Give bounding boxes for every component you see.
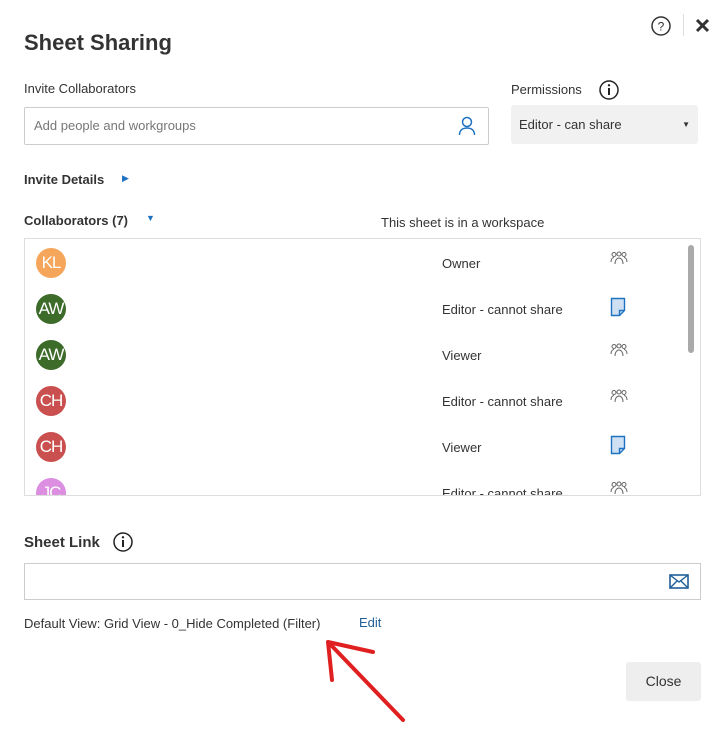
collaborator-permission[interactable]: Owner xyxy=(442,256,480,271)
caret-down-icon[interactable]: ▼ xyxy=(146,213,155,223)
avatar: KL xyxy=(36,248,66,278)
svg-text:?: ? xyxy=(658,20,665,34)
invite-label: Invite Collaborators xyxy=(24,81,136,96)
sheet-icon xyxy=(610,297,626,322)
invite-placeholder: Add people and workgroups xyxy=(34,118,196,133)
group-icon xyxy=(610,251,628,270)
question-circle-icon[interactable]: ? xyxy=(650,15,672,37)
collaborator-permission[interactable]: Editor - cannot share xyxy=(442,302,563,317)
sheet-link-label: Sheet Link xyxy=(24,534,100,551)
dialog-title: Sheet Sharing xyxy=(24,30,172,55)
workspace-note: This sheet is in a workspace xyxy=(381,215,545,230)
close-icon[interactable] xyxy=(695,18,710,33)
collaborator-permission[interactable]: Viewer xyxy=(442,348,482,363)
info-icon[interactable] xyxy=(112,531,134,553)
collaborator-row[interactable]: CH Viewer xyxy=(25,423,685,469)
close-button[interactable]: Close xyxy=(626,662,701,701)
info-icon[interactable] xyxy=(598,79,620,101)
avatar: AW xyxy=(36,294,66,324)
collaborator-row[interactable]: AW Editor - cannot share xyxy=(25,285,685,331)
envelope-icon[interactable] xyxy=(669,574,689,589)
invite-details-toggle[interactable]: Invite Details xyxy=(24,172,104,187)
default-view-text: Default View: Grid View - 0_Hide Complet… xyxy=(24,616,321,631)
invite-input[interactable]: Add people and workgroups xyxy=(24,107,489,145)
red-arrow-annotation xyxy=(326,640,405,722)
collaborator-row[interactable]: CH Editor - cannot share xyxy=(25,377,685,423)
collaborator-permission[interactable]: Viewer xyxy=(442,440,482,455)
divider xyxy=(683,14,684,36)
sheet-link-field[interactable] xyxy=(24,563,701,600)
caret-down-icon: ▼ xyxy=(682,120,690,129)
avatar: CH xyxy=(36,432,66,462)
avatar: JC xyxy=(36,478,66,495)
collaborator-row[interactable]: AW Viewer xyxy=(25,331,685,377)
avatar: AW xyxy=(36,340,66,370)
permissions-select[interactable]: Editor - can share ▼ xyxy=(511,105,698,144)
sheet-icon xyxy=(610,435,626,460)
collaborator-row[interactable]: JC Editor - cannot share xyxy=(25,469,685,495)
edit-link[interactable]: Edit xyxy=(359,615,381,630)
collaborator-permission[interactable]: Editor - cannot share xyxy=(442,486,563,495)
scrollbar[interactable] xyxy=(688,245,694,353)
person-icon[interactable] xyxy=(458,116,476,136)
avatar: CH xyxy=(36,386,66,416)
collaborators-toggle[interactable]: Collaborators (7) xyxy=(24,213,128,228)
group-icon xyxy=(610,389,628,408)
caret-right-icon[interactable]: ▶ xyxy=(122,173,129,184)
group-icon xyxy=(610,481,628,495)
collaborator-permission[interactable]: Editor - cannot share xyxy=(442,394,563,409)
permissions-label: Permissions xyxy=(511,82,582,97)
collaborator-row[interactable]: KL Owner xyxy=(25,239,685,285)
permissions-value: Editor - can share xyxy=(519,117,622,132)
group-icon xyxy=(610,343,628,362)
collaborators-list: KL Owner AW Editor - cannot share AW Vie… xyxy=(24,238,701,496)
